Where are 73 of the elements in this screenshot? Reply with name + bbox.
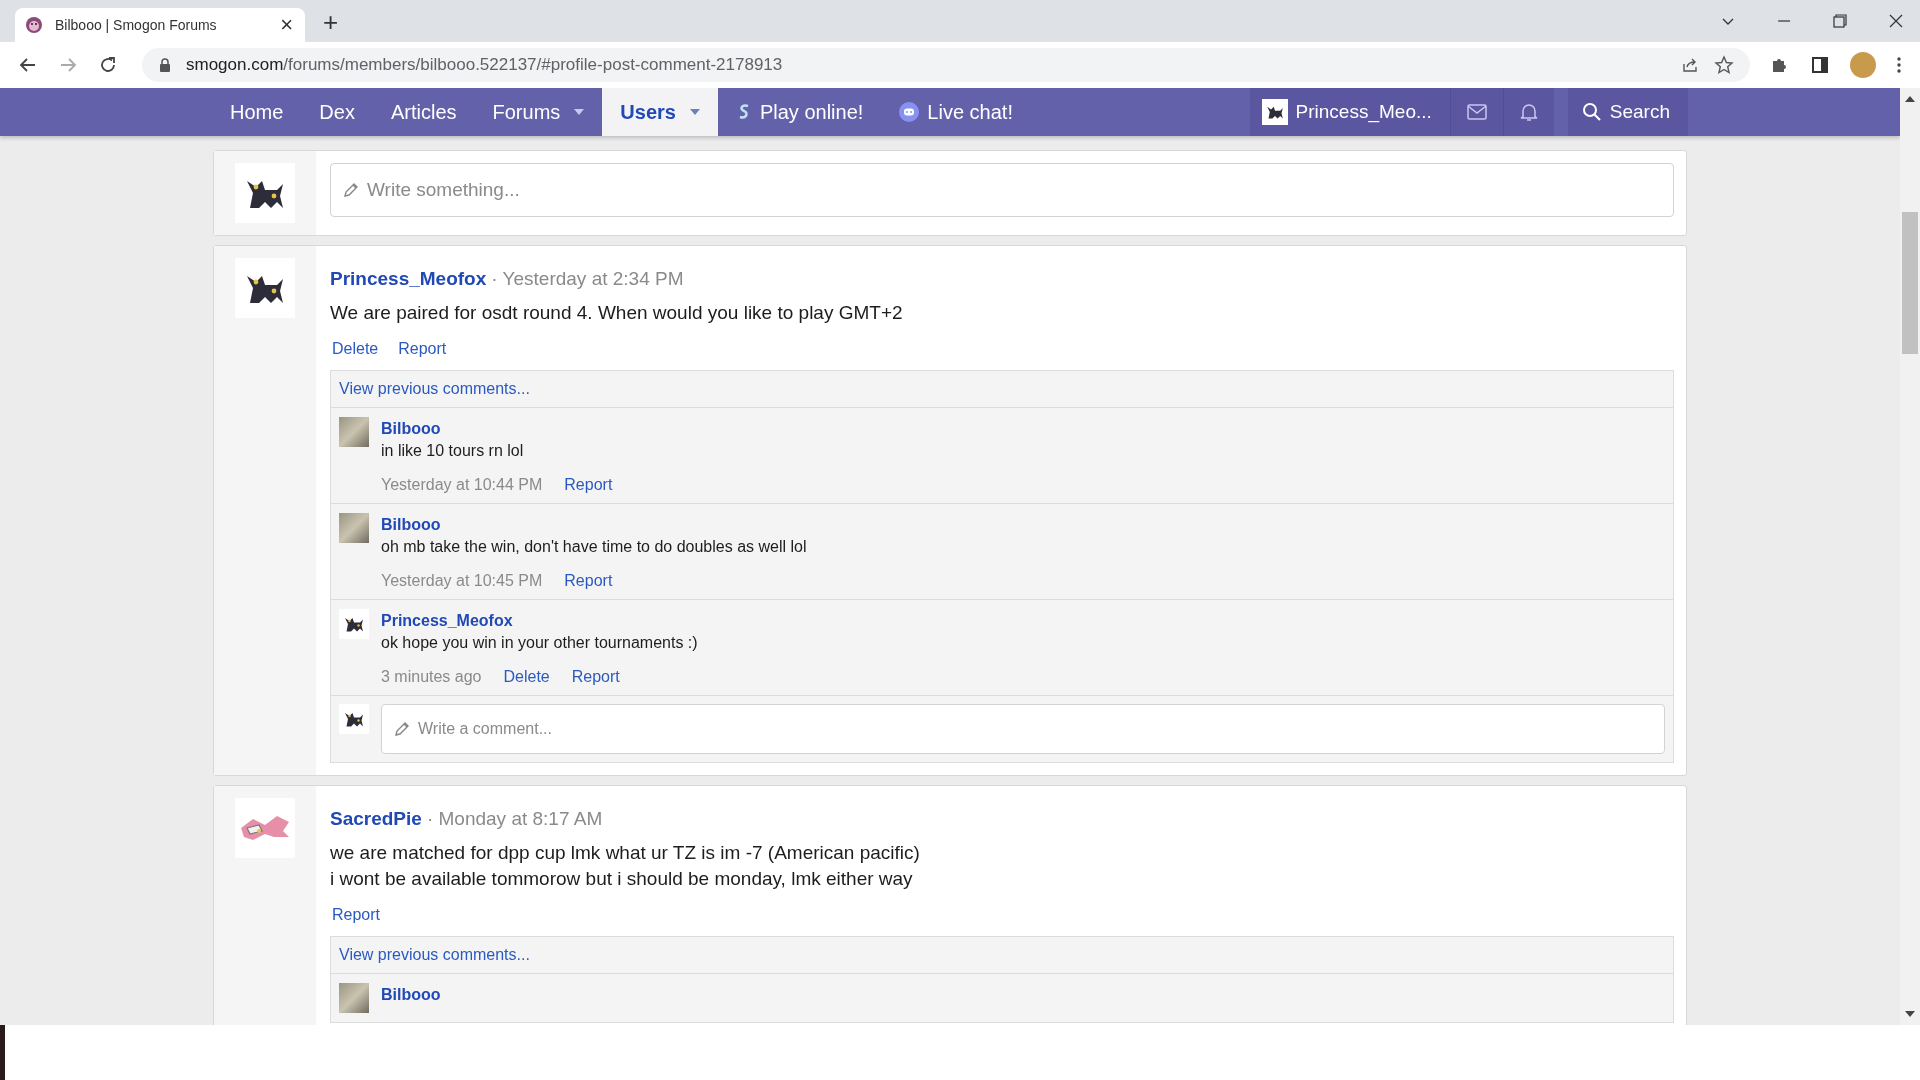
avatar-photo-placeholder bbox=[339, 513, 369, 543]
post-text: we are matched for dpp cup lmk what ur TZ is im -7 (American pacific) bbox=[330, 842, 921, 864]
status-input-field[interactable]: Write something... bbox=[330, 163, 1674, 217]
search-button[interactable]: Search bbox=[1567, 88, 1688, 136]
dropdown-caret-icon[interactable] bbox=[689, 109, 700, 115]
view-previous-link[interactable]: View previous comments... bbox=[339, 380, 530, 397]
action-link[interactable]: Delete bbox=[332, 340, 379, 358]
comment-text: ok hope you win in your other tournaments :) bbox=[381, 634, 698, 652]
inbox-button[interactable] bbox=[1449, 88, 1503, 136]
envelope-icon bbox=[1466, 104, 1487, 120]
search-icon bbox=[1581, 102, 1602, 122]
action-link[interactable]: Report bbox=[564, 572, 613, 590]
nav-tab[interactable]: Articles bbox=[372, 88, 475, 136]
post-text: We are paired for osdt round 4. When would you like to play GMT+2 bbox=[330, 302, 904, 324]
comment-input-field[interactable]: Write a comment... bbox=[381, 704, 1665, 754]
action-link[interactable]: Report bbox=[571, 668, 620, 686]
scroll-up-arrow-icon[interactable] bbox=[1905, 94, 1915, 102]
nav-tab[interactable]: Users bbox=[602, 88, 718, 136]
comment-author-link[interactable]: Princess_Meofox bbox=[381, 612, 698, 630]
comment-text: in like 10 tours rn lol bbox=[381, 442, 525, 460]
avatar-photo-placeholder bbox=[339, 417, 369, 447]
action-link[interactable]: Report bbox=[564, 476, 613, 494]
nav-tab[interactable]: Live chat! bbox=[881, 88, 1031, 136]
bell-icon bbox=[1519, 102, 1538, 122]
close-tab-button[interactable]: × bbox=[280, 12, 293, 38]
comment-author-link[interactable]: Bilbooo bbox=[381, 420, 613, 438]
account-menu[interactable]: Princess_Meo... bbox=[1249, 88, 1450, 136]
avatar-photo-placeholder bbox=[339, 983, 369, 1013]
lock-icon bbox=[158, 58, 172, 72]
nav-tab[interactable]: Home bbox=[212, 88, 302, 136]
action-link[interactable]: Report bbox=[332, 906, 381, 924]
url-text: smogon.com/forums/members/bilbooo.522137/#profile-post-comment-2178913 bbox=[186, 55, 783, 75]
nav-tab[interactable]: Dex bbox=[301, 88, 373, 136]
reload-icon[interactable] bbox=[98, 55, 118, 75]
dropdown-caret-icon[interactable] bbox=[574, 109, 585, 115]
alerts-button[interactable] bbox=[1502, 88, 1554, 136]
profile-avatar[interactable] bbox=[1850, 52, 1876, 78]
action-link[interactable]: Delete bbox=[503, 668, 550, 686]
nav-tab[interactable]: Play online! bbox=[717, 88, 882, 136]
scrollbar-thumb[interactable] bbox=[1902, 212, 1918, 354]
avatar-sprite-icon bbox=[339, 704, 369, 734]
avatar-sprite-icon bbox=[235, 798, 295, 858]
comment-time: Yesterday at 10:44 PM bbox=[381, 476, 543, 494]
bookmark-star-icon[interactable] bbox=[1714, 55, 1734, 75]
chat-logo-icon bbox=[899, 102, 920, 122]
comment-time: Yesterday at 10:45 PM bbox=[381, 572, 543, 590]
avatar-sprite-icon bbox=[235, 258, 295, 318]
scrollbar[interactable] bbox=[1900, 88, 1920, 1025]
new-tab-button[interactable]: + bbox=[323, 7, 339, 38]
browser-tab[interactable]: Bilbooo | Smogon Forums × bbox=[15, 8, 305, 42]
tab-title: Bilbooo | Smogon Forums bbox=[55, 17, 218, 33]
avatar-sprite-icon bbox=[235, 163, 295, 223]
comment-author-link[interactable]: Bilbooo bbox=[381, 986, 441, 1004]
address-bar[interactable]: smogon.com/forums/members/bilbooo.522137/#profile-post-comment-2178913 bbox=[142, 48, 1750, 82]
comment-time: 3 minutes ago bbox=[381, 668, 482, 686]
avatar-sprite-icon bbox=[1261, 99, 1288, 125]
post-time: · Monday at 8:17 AM bbox=[426, 808, 603, 829]
nav-tab[interactable]: Forums bbox=[474, 88, 603, 136]
post-time: · Yesterday at 2:34 PM bbox=[491, 268, 684, 289]
more-menu-icon[interactable] bbox=[1896, 55, 1902, 75]
scroll-down-arrow-icon[interactable] bbox=[1905, 1011, 1915, 1019]
site-favicon-icon bbox=[25, 16, 43, 34]
action-link[interactable]: Report bbox=[398, 340, 447, 358]
side-panel-icon[interactable] bbox=[1810, 55, 1830, 75]
close-window-icon[interactable] bbox=[1888, 13, 1904, 29]
post-text: i wont be available tommorow but i should be monday, lmk either way bbox=[330, 868, 914, 890]
avatar-sprite-icon bbox=[339, 609, 369, 639]
comment-text: oh mb take the win, don't have time to do doubles as well lol bbox=[381, 538, 807, 556]
comment-author-link[interactable]: Bilbooo bbox=[381, 516, 807, 534]
author-link[interactable]: SacredPie bbox=[330, 808, 422, 829]
restore-icon[interactable] bbox=[1832, 13, 1848, 29]
view-previous-link[interactable]: View previous comments... bbox=[339, 946, 530, 963]
author-link[interactable]: Princess_Meofox bbox=[330, 268, 487, 289]
